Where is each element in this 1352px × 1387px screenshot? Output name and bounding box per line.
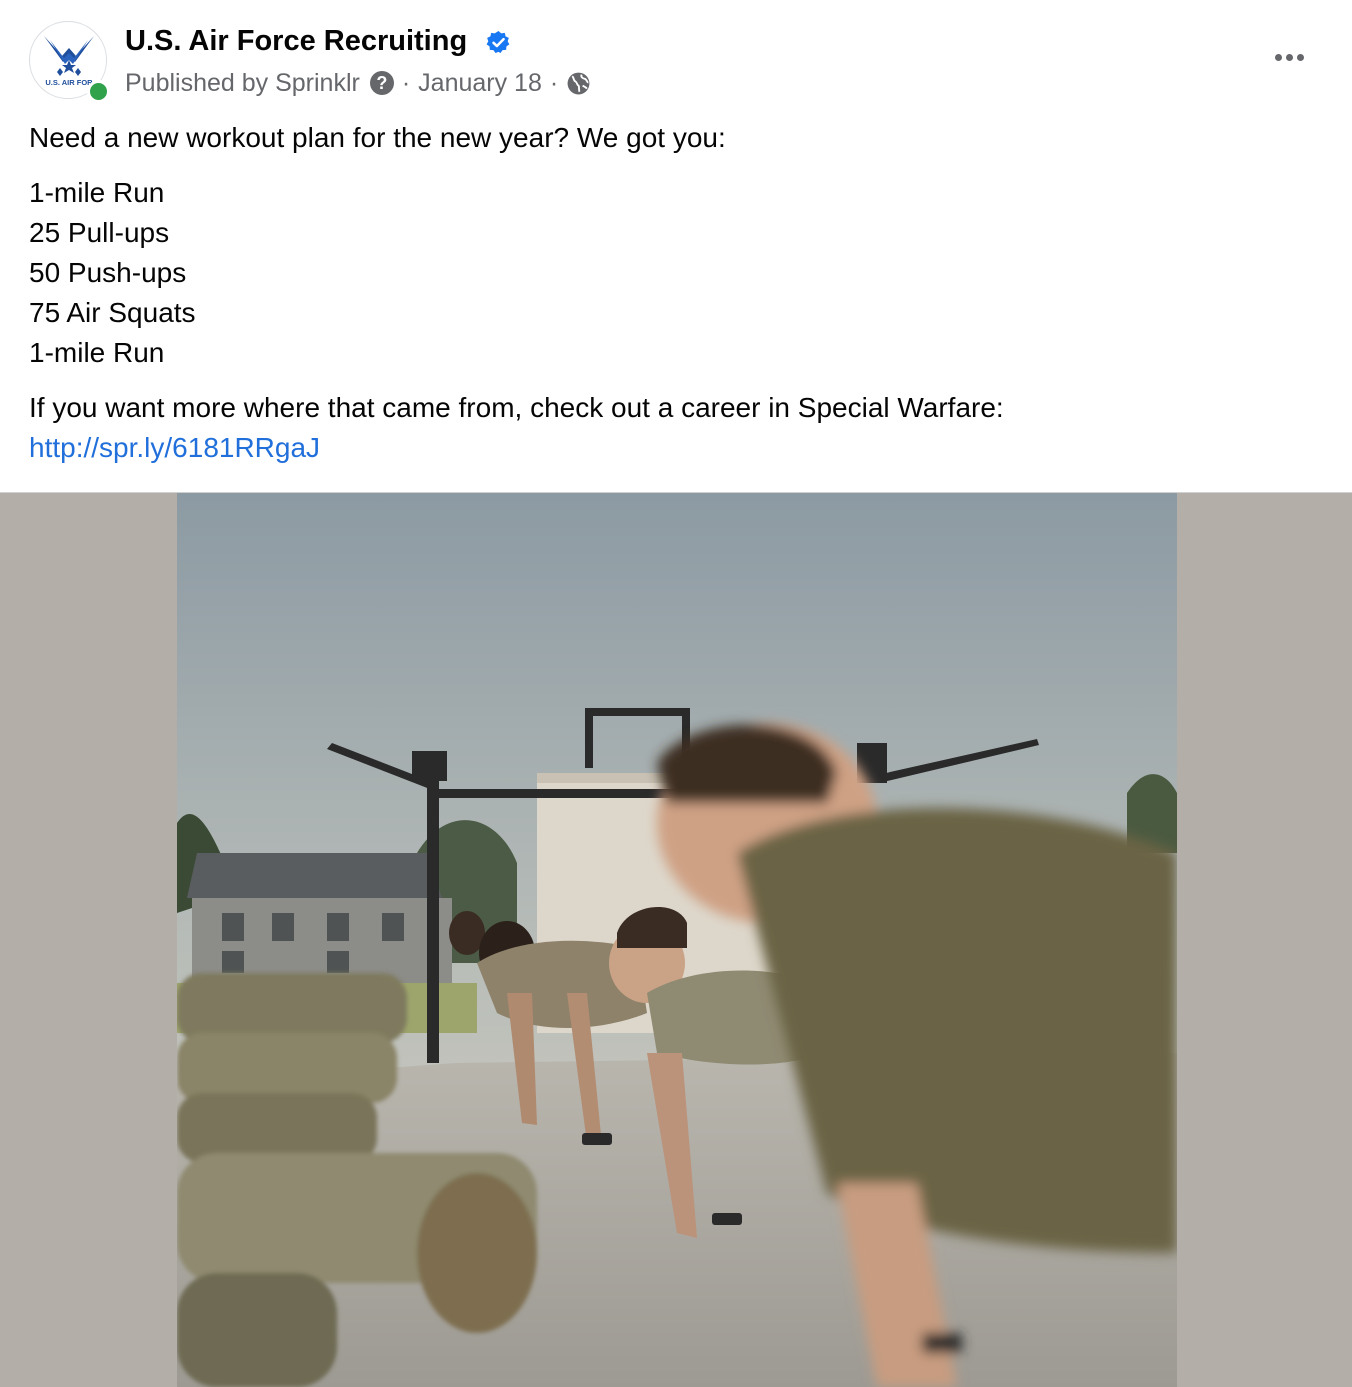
page-name[interactable]: U.S. Air Force Recruiting xyxy=(125,25,467,58)
online-status-dot xyxy=(87,80,110,103)
more-options-button[interactable] xyxy=(1264,40,1314,74)
special-warfare-link[interactable]: http://spr.ly/6181RRgaJ xyxy=(29,432,320,463)
workout-list: 1-mile Run 25 Pull-ups 50 Push-ups 75 Ai… xyxy=(29,173,1319,373)
facebook-post: U.S. AIR FOR U.S. Air Force Recruiting P… xyxy=(0,0,1352,1387)
post-intro: Need a new workout plan for the new year… xyxy=(29,122,726,153)
post-date-link[interactable]: January 18 xyxy=(418,69,542,98)
outro-text: If you want more where that came from, c… xyxy=(29,392,1004,423)
verified-badge-icon xyxy=(486,31,510,54)
more-options-icon xyxy=(1274,53,1282,61)
post-text: Need a new workout plan for the new year… xyxy=(29,118,1319,468)
workout-item: 1-mile Run xyxy=(29,177,165,208)
more-options-icon xyxy=(1296,53,1304,61)
workout-item: 50 Push-ups xyxy=(29,257,187,288)
post-outro: If you want more where that came from, c… xyxy=(29,388,1319,468)
meta-separator: · xyxy=(401,68,411,97)
workout-item: 1-mile Run xyxy=(29,337,165,368)
post-photo-area xyxy=(0,492,1352,1387)
more-options-icon xyxy=(1285,53,1293,61)
meta-separator: · xyxy=(549,68,559,97)
workout-item: 75 Air Squats xyxy=(29,297,196,328)
published-by-label: Published by Sprinklr xyxy=(125,68,360,97)
avatar-logo-text: U.S. AIR FOR xyxy=(45,78,93,87)
post-meta: Published by Sprinklr ? · January 18 · xyxy=(125,68,591,98)
post-photo[interactable] xyxy=(177,493,1177,1387)
help-icon[interactable]: ? xyxy=(369,71,394,95)
globe-icon[interactable] xyxy=(566,71,591,96)
workout-item: 25 Pull-ups xyxy=(29,217,170,248)
